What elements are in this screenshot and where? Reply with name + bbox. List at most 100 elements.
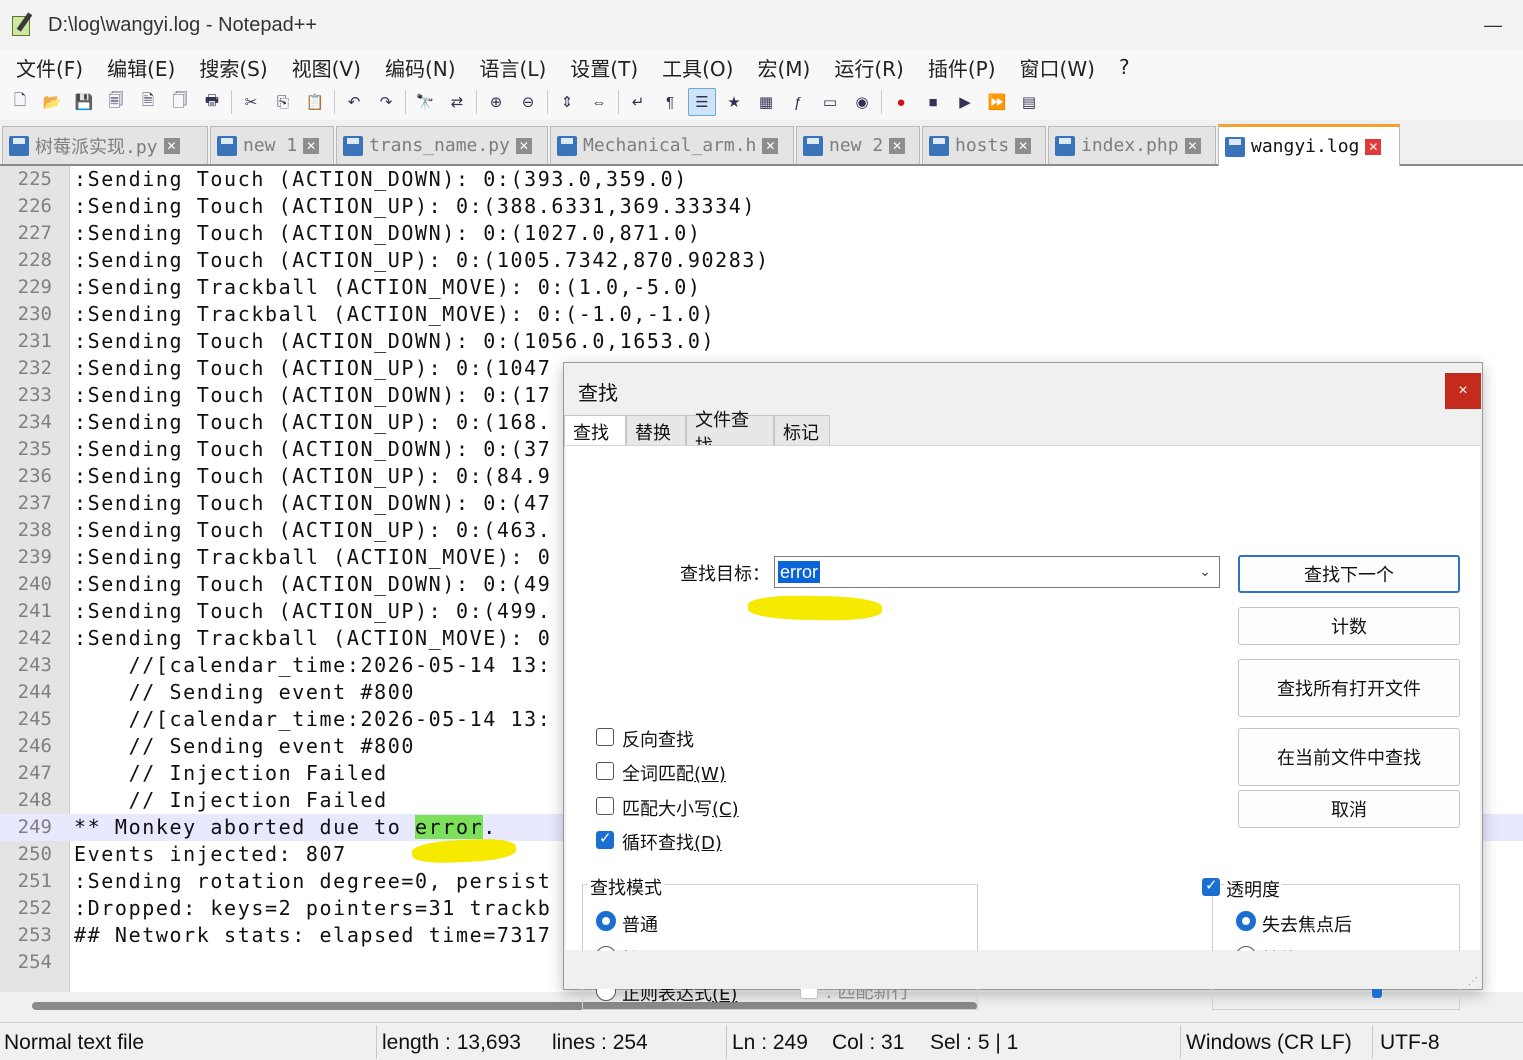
save-macro-icon[interactable]: ▤ xyxy=(1015,88,1043,116)
zoom-in-icon[interactable]: ⊕ xyxy=(482,88,510,116)
tab-raspberry-py[interactable]: 树莓派实现.py ✕ xyxy=(2,126,208,164)
editor-line[interactable]: 230:Sending Trackball (ACTION_MOVE): 0:(… xyxy=(0,301,1523,328)
tab-close-icon[interactable]: ✕ xyxy=(163,137,180,154)
line-number: 251 xyxy=(17,870,52,892)
close-file-icon[interactable]: 🗎 xyxy=(134,88,162,116)
sync-vertical-icon[interactable]: ⇕ xyxy=(553,88,581,116)
doc-map-icon[interactable]: ▦ xyxy=(752,88,780,116)
open-file-icon[interactable]: 📂 xyxy=(38,88,66,116)
tab-new-2[interactable]: new 2 ✕ xyxy=(796,126,920,164)
tab-find-in-files[interactable]: 文件查找 xyxy=(686,410,774,457)
find-in-current-file-button[interactable]: 在当前文件中查找 xyxy=(1238,728,1460,786)
menu-language[interactable]: 语言(L) xyxy=(468,53,559,82)
line-number: 229 xyxy=(17,276,52,298)
menu-macro[interactable]: 宏(M) xyxy=(745,53,822,82)
tab-find[interactable]: 查找 xyxy=(564,415,626,447)
tab-close-icon[interactable]: ✕ xyxy=(303,137,320,154)
print-icon[interactable]: 🖶 xyxy=(198,88,226,116)
language-icon[interactable]: ★ xyxy=(720,88,748,116)
wrap-around-label: 循环查找(D) xyxy=(622,833,722,854)
tab-mark[interactable]: 标记 xyxy=(774,415,830,447)
cancel-button[interactable]: 取消 xyxy=(1238,790,1460,828)
monitoring-icon[interactable]: ◉ xyxy=(848,88,876,116)
toolbar-separator xyxy=(334,90,335,114)
normal-mode-radio[interactable] xyxy=(596,911,616,931)
tab-label: index.php xyxy=(1081,135,1179,156)
zoom-out-icon[interactable]: ⊖ xyxy=(514,88,542,116)
editor-line[interactable]: 228:Sending Touch (ACTION_UP): 0:(1005.7… xyxy=(0,247,1523,274)
transparency-checkbox[interactable] xyxy=(1202,876,1220,896)
word-wrap-icon[interactable]: ↵ xyxy=(624,88,652,116)
tab-close-icon[interactable]: ✕ xyxy=(1365,138,1382,155)
stop-macro-icon[interactable]: ■ xyxy=(919,88,947,116)
find-next-button[interactable]: 查找下一个 xyxy=(1238,555,1460,593)
dialog-close-button[interactable]: × xyxy=(1445,373,1481,409)
paste-icon[interactable]: 📋 xyxy=(301,88,329,116)
menu-view[interactable]: 视图(V) xyxy=(280,53,373,82)
status-selection: Sel : 5 | 1 xyxy=(930,1031,1019,1054)
on-lose-focus-radio[interactable] xyxy=(1236,911,1256,931)
find-icon[interactable]: 🔭 xyxy=(411,88,439,116)
editor-line[interactable]: 231:Sending Touch (ACTION_DOWN): 0:(1056… xyxy=(0,328,1523,355)
editor-line[interactable]: 225:Sending Touch (ACTION_DOWN): 0:(393.… xyxy=(0,166,1523,193)
tab-new-1[interactable]: new 1 ✕ xyxy=(210,126,334,164)
editor-line[interactable]: 229:Sending Trackball (ACTION_MOVE): 0:(… xyxy=(0,274,1523,301)
redo-icon[interactable]: ↷ xyxy=(372,88,400,116)
toolbar-separator xyxy=(881,90,882,114)
undo-icon[interactable]: ↶ xyxy=(340,88,368,116)
menu-help[interactable]: ? xyxy=(1107,55,1142,79)
tab-trans-name-py[interactable]: trans_name.py ✕ xyxy=(336,126,548,164)
tab-wangyi-log[interactable]: wangyi.log ✕ xyxy=(1218,124,1400,166)
close-all-icon[interactable]: 🗍 xyxy=(166,88,194,116)
show-all-chars-icon[interactable]: ¶ xyxy=(656,88,684,116)
editor-line[interactable]: 226:Sending Touch (ACTION_UP): 0:(388.63… xyxy=(0,193,1523,220)
find-all-open-files-button[interactable]: 查找所有打开文件 xyxy=(1238,659,1460,717)
menu-edit[interactable]: 编辑(E) xyxy=(95,53,187,82)
match-case-checkbox[interactable] xyxy=(596,797,614,815)
save-all-icon[interactable]: 🗐 xyxy=(102,88,130,116)
editor-line[interactable]: 227:Sending Touch (ACTION_DOWN): 0:(1027… xyxy=(0,220,1523,247)
indent-guide-icon[interactable]: ☰ xyxy=(688,88,716,116)
tab-close-icon[interactable]: ✕ xyxy=(762,137,779,154)
menu-file[interactable]: 文件(F) xyxy=(4,53,95,82)
new-file-icon[interactable]: 🗋 xyxy=(6,88,34,116)
menu-plugins[interactable]: 插件(P) xyxy=(916,53,1008,82)
whole-word-checkbox[interactable] xyxy=(596,762,614,780)
tab-close-icon[interactable]: ✕ xyxy=(1015,137,1032,154)
replace-icon[interactable]: ⇄ xyxy=(443,88,471,116)
tab-hosts[interactable]: hosts ✕ xyxy=(922,126,1046,164)
menu-run[interactable]: 运行(R) xyxy=(822,53,916,82)
minimize-button[interactable]: — xyxy=(1463,0,1523,50)
line-text-before: ** Monkey aborted due to xyxy=(74,815,416,839)
wrap-around-checkbox[interactable] xyxy=(596,829,614,849)
find-input[interactable]: error ⌄ xyxy=(774,556,1220,588)
function-list-icon[interactable]: ƒ xyxy=(784,88,812,116)
backward-checkbox[interactable] xyxy=(596,728,614,746)
menu-encoding[interactable]: 编码(N) xyxy=(373,53,468,82)
copy-icon[interactable]: ⎘ xyxy=(269,88,297,116)
play-macro-icon[interactable]: ▶ xyxy=(951,88,979,116)
count-button[interactable]: 计数 xyxy=(1238,607,1460,645)
tab-index-php[interactable]: index.php ✕ xyxy=(1048,126,1216,164)
tab-replace[interactable]: 替换 xyxy=(626,415,686,447)
record-macro-icon[interactable]: ● xyxy=(887,88,915,116)
tab-close-icon[interactable]: ✕ xyxy=(515,137,532,154)
tab-mechanical-arm-h[interactable]: Mechanical_arm.h ✕ xyxy=(550,126,794,164)
chevron-down-icon[interactable]: ⌄ xyxy=(1199,563,1211,580)
tab-close-icon[interactable]: ✕ xyxy=(889,137,906,154)
save-icon[interactable]: 💾 xyxy=(70,88,98,116)
status-lines: lines : 254 xyxy=(552,1031,648,1054)
line-number: 246 xyxy=(17,735,52,757)
resize-grip-icon[interactable]: ⋰ xyxy=(1468,976,1478,987)
menu-window[interactable]: 窗口(W) xyxy=(1008,53,1107,82)
tab-close-icon[interactable]: ✕ xyxy=(1184,137,1201,154)
menu-search[interactable]: 搜索(S) xyxy=(187,53,279,82)
cut-icon[interactable]: ✂ xyxy=(237,88,265,116)
menu-tools[interactable]: 工具(O) xyxy=(650,53,745,82)
floppy-icon xyxy=(1225,136,1245,157)
line-number: 245 xyxy=(17,708,52,730)
menu-settings[interactable]: 设置(T) xyxy=(558,53,650,82)
folder-workspace-icon[interactable]: ▭ xyxy=(816,88,844,116)
run-macro-multiple-icon[interactable]: ⏩ xyxy=(983,88,1011,116)
sync-horizontal-icon[interactable]: ⇔ xyxy=(585,88,613,116)
